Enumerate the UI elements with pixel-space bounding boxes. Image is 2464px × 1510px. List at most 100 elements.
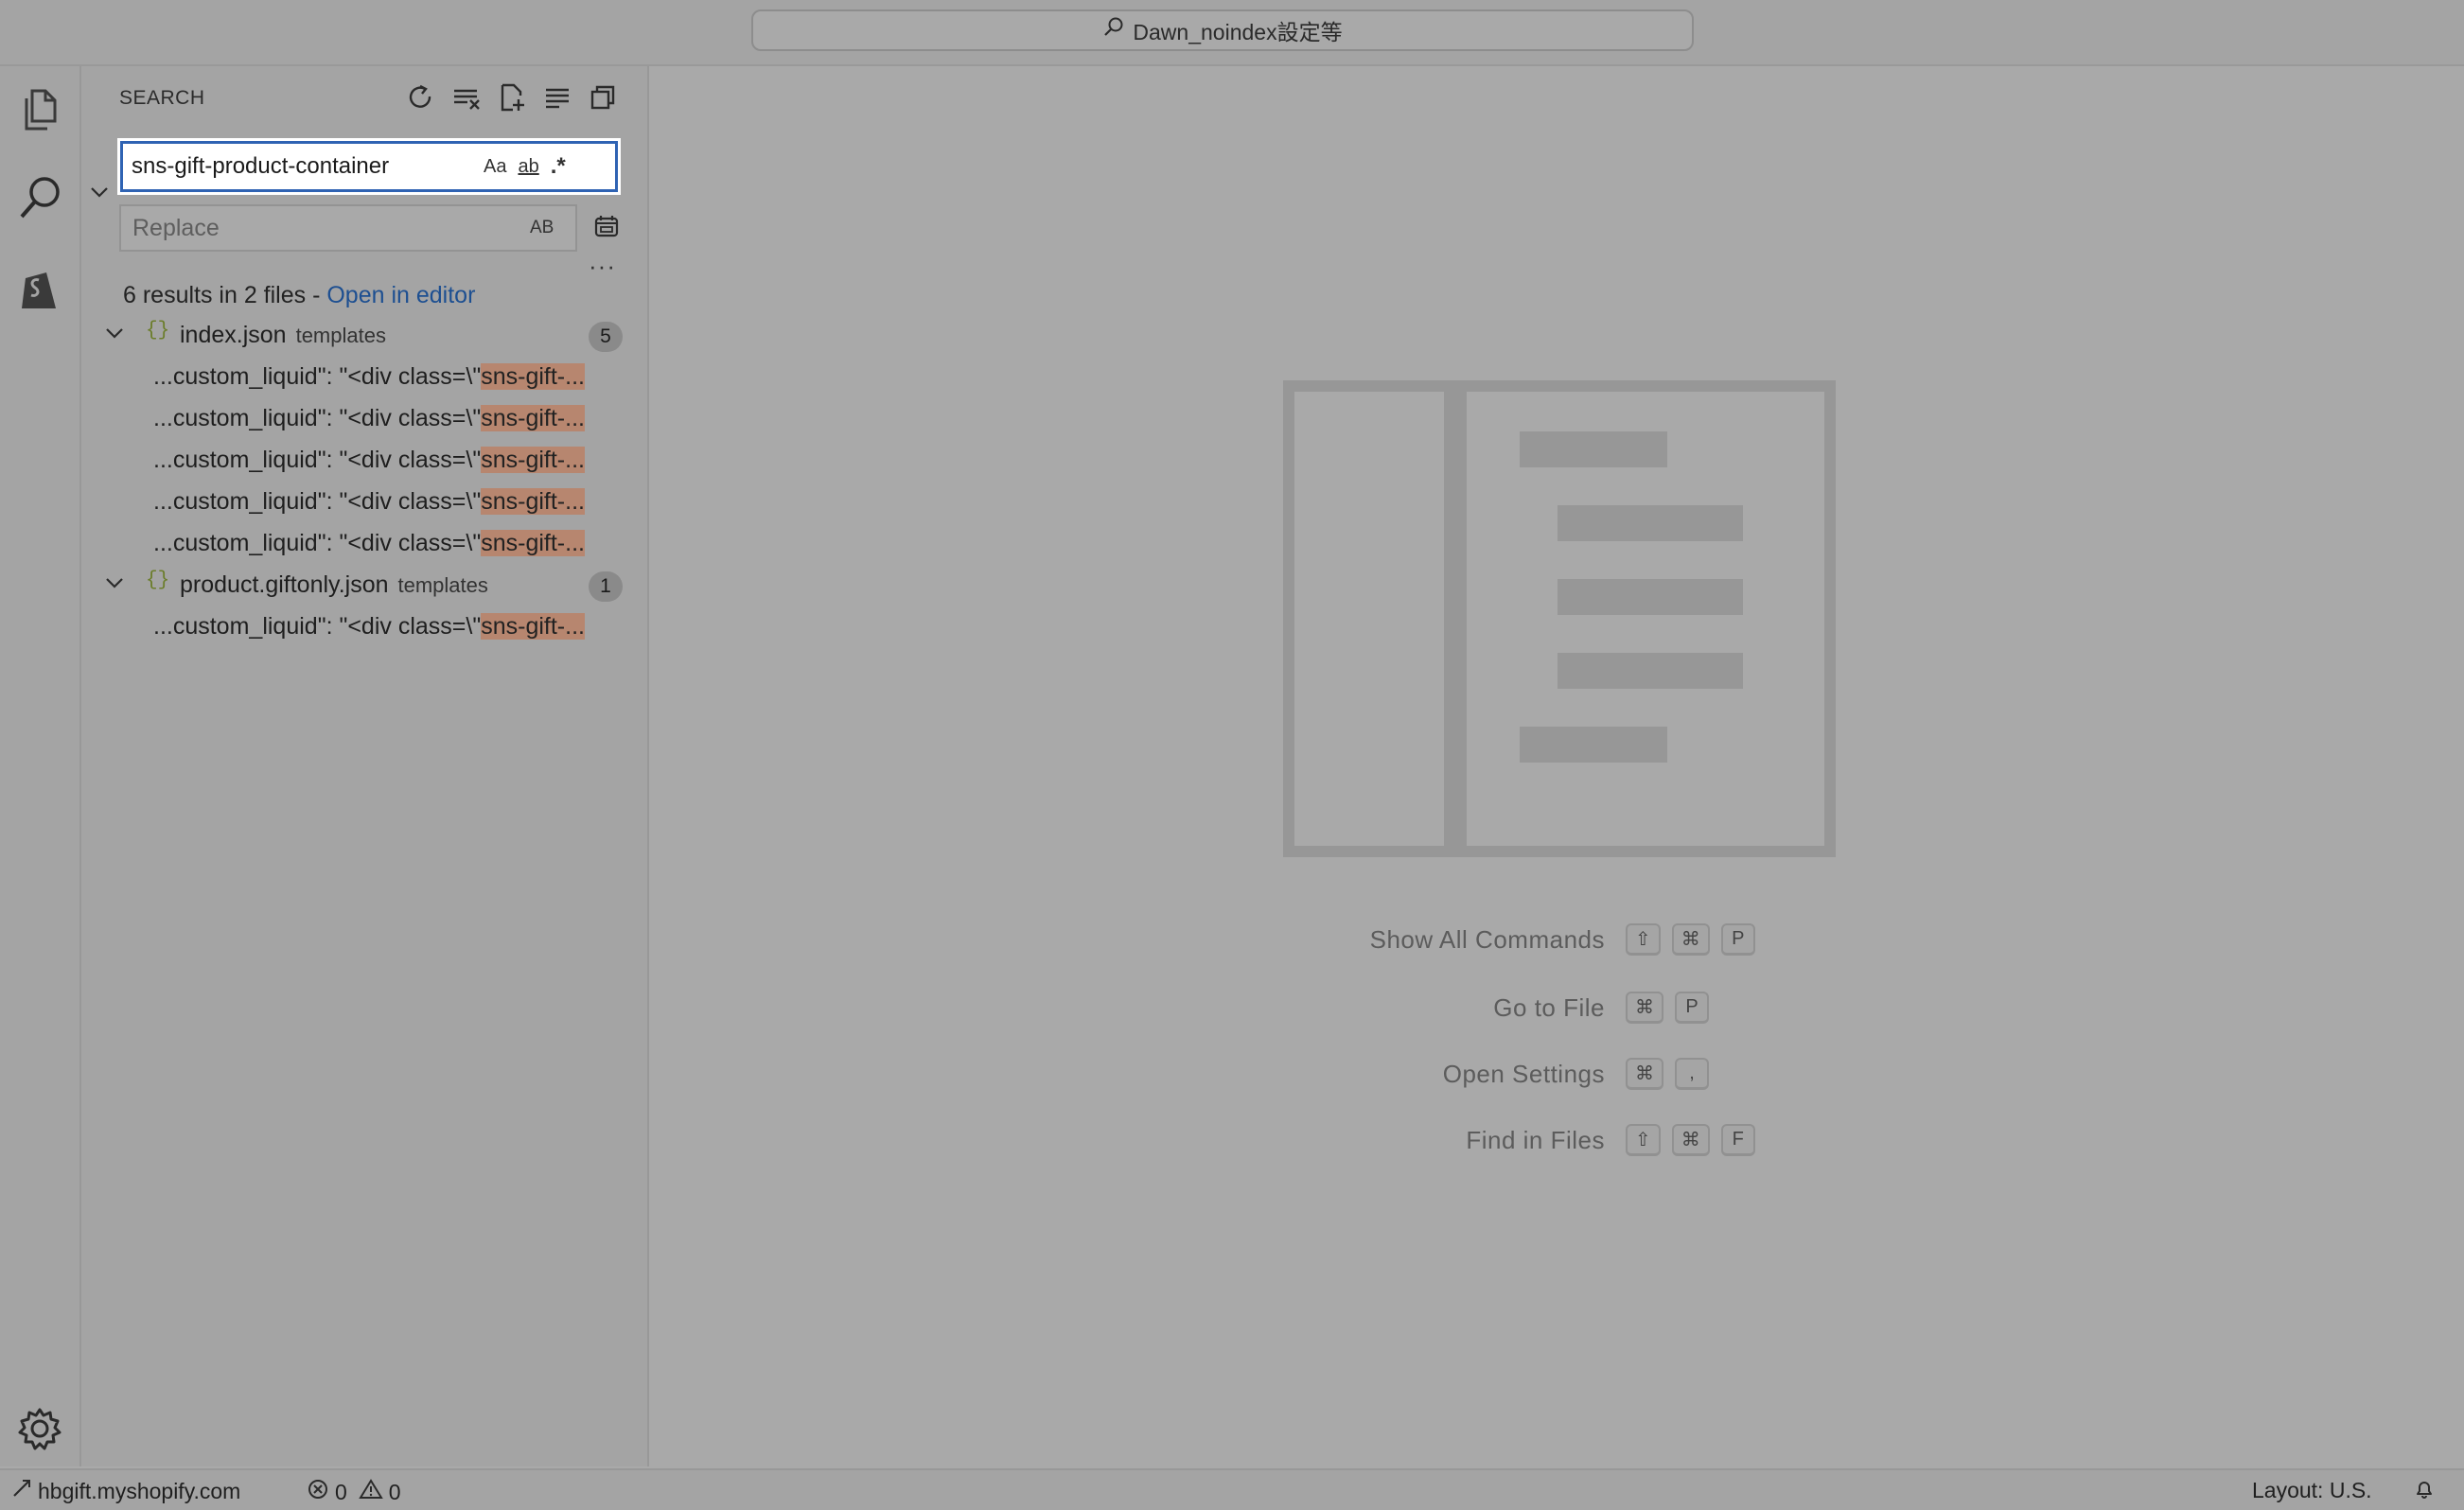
shortcut-label: Go to File xyxy=(1493,993,1605,1022)
match-row[interactable]: ...custom_liquid": "<div class=\"sns-gif… xyxy=(81,481,647,522)
keycap: ⇧ xyxy=(1626,1124,1661,1156)
manage-button[interactable] xyxy=(0,1391,79,1470)
refresh-icon[interactable] xyxy=(405,81,437,114)
search-sidebar: SEARCH Aa ab .* AB · xyxy=(81,66,649,1466)
replace-all-icon xyxy=(593,213,620,244)
search-icon xyxy=(14,173,65,229)
remote-icon xyxy=(11,1478,32,1504)
chevron-down-icon[interactable] xyxy=(104,323,129,347)
editor-watermark-icon xyxy=(1283,380,1836,862)
command-center-label: Dawn_noindex設定等 xyxy=(1133,20,1343,44)
match-case-toggle[interactable]: Aa xyxy=(484,152,506,181)
search-input[interactable] xyxy=(132,153,472,180)
keycap: P xyxy=(1675,992,1709,1024)
status-bar: hbgift.myshopify.com 0 0 Layout: U.S. xyxy=(0,1468,2464,1510)
shortcut-keys: ⇧ ⌘ P xyxy=(1626,923,1755,956)
whole-word-toggle[interactable]: ab xyxy=(518,152,538,181)
notifications-button[interactable] xyxy=(2413,1478,2436,1506)
match-context: ...custom_liquid": "<div class=\" xyxy=(153,530,482,556)
match-row[interactable]: ...custom_liquid": "<div class=\"sns-gif… xyxy=(81,356,647,397)
error-count: 0 xyxy=(335,1479,347,1504)
shortcut-label: Show All Commands xyxy=(1369,925,1605,954)
warning-icon xyxy=(359,1478,383,1506)
match-row[interactable]: ...custom_liquid": "<div class=\"sns-gif… xyxy=(81,439,647,481)
remote-label: hbgift.myshopify.com xyxy=(38,1478,241,1503)
keycap: ⌘ xyxy=(1626,1058,1663,1090)
error-icon xyxy=(307,1478,329,1506)
sidebar-title: SEARCH xyxy=(119,87,205,109)
shopify-icon xyxy=(18,265,62,319)
results-summary-text: 6 results in 2 files - xyxy=(123,282,327,308)
clear-results-icon[interactable] xyxy=(450,81,483,114)
open-in-editor-link[interactable]: Open in editor xyxy=(326,282,475,308)
explorer-icon xyxy=(17,85,62,139)
match-row[interactable]: ...custom_liquid": "<div class=\"sns-gif… xyxy=(81,606,647,647)
json-file-icon: {} xyxy=(146,320,170,342)
toggle-search-details[interactable]: ··· xyxy=(589,252,616,281)
file-result-row[interactable]: {} index.json templates 5 xyxy=(81,314,647,356)
shortcut-label: Find in Files xyxy=(1466,1126,1605,1154)
search-input-box[interactable]: Aa ab .* xyxy=(117,138,621,195)
replace-input[interactable] xyxy=(132,214,530,242)
explorer-button[interactable] xyxy=(0,72,79,151)
toggle-replace-button[interactable] xyxy=(87,182,112,206)
match-context: ...custom_liquid": "<div class=\" xyxy=(153,447,482,473)
match-highlight: sns-gift-... xyxy=(481,405,585,431)
file-name: product.giftonly.json templates xyxy=(180,571,488,598)
keyboard-layout[interactable]: Layout: U.S. xyxy=(2252,1478,2372,1503)
warning-count: 0 xyxy=(388,1479,401,1504)
match-highlight: sns-gift-... xyxy=(481,488,585,515)
file-result-row[interactable]: {} product.giftonly.json templates 1 xyxy=(81,564,647,606)
file-name: index.json templates xyxy=(180,322,386,348)
replace-input-box[interactable]: AB xyxy=(119,204,577,252)
title-bar: Dawn_noindex設定等 xyxy=(0,0,2464,66)
keycap: ⇧ xyxy=(1626,923,1661,956)
keycap: , xyxy=(1675,1058,1709,1090)
shortcut-keys: ⌘ P xyxy=(1626,992,1709,1024)
command-center[interactable]: Dawn_noindex設定等 xyxy=(751,9,1694,51)
match-row[interactable]: ...custom_liquid": "<div class=\"sns-gif… xyxy=(81,522,647,564)
settings-gear-icon xyxy=(15,1404,64,1458)
results-tree: {} index.json templates 5 ...custom_liqui… xyxy=(81,314,647,647)
shortcut-keys: ⇧ ⌘ F xyxy=(1626,1124,1755,1156)
keycap: ⌘ xyxy=(1626,992,1663,1024)
new-search-editor-icon[interactable] xyxy=(496,81,528,114)
preserve-case-toggle[interactable]: AB xyxy=(530,218,554,238)
keycap: ⌘ xyxy=(1671,1124,1710,1156)
editor-area: Show All Commands ⇧ ⌘ P Go to File ⌘ P O… xyxy=(649,66,2464,1466)
results-summary: 6 results in 2 files - Open in editor xyxy=(123,282,475,309)
json-file-icon: {} xyxy=(146,570,170,591)
chevron-down-icon xyxy=(89,182,110,207)
match-highlight: sns-gift-... xyxy=(481,530,585,556)
match-count-badge: 1 xyxy=(589,571,623,602)
view-as-tree-icon[interactable] xyxy=(587,81,619,114)
match-highlight: sns-gift-... xyxy=(481,447,585,473)
keycap: F xyxy=(1720,1124,1755,1156)
keycap: ⌘ xyxy=(1671,923,1710,956)
search-icon xyxy=(1102,16,1125,44)
bell-icon xyxy=(2413,1478,2436,1506)
match-context: ...custom_liquid": "<div class=\" xyxy=(153,613,482,640)
match-highlight: sns-gift-... xyxy=(481,363,585,390)
match-context: ...custom_liquid": "<div class=\" xyxy=(153,488,482,515)
shopify-button[interactable] xyxy=(0,252,79,331)
match-context: ...custom_liquid": "<div class=\" xyxy=(153,405,482,431)
keycap: P xyxy=(1720,923,1755,956)
match-highlight: sns-gift-... xyxy=(481,613,585,640)
remote-indicator[interactable]: hbgift.myshopify.com xyxy=(11,1478,240,1504)
regex-toggle[interactable]: .* xyxy=(551,152,566,181)
replace-all-button[interactable] xyxy=(592,214,621,242)
file-dir: templates xyxy=(295,324,386,347)
match-count-badge: 5 xyxy=(589,322,623,352)
match-row[interactable]: ...custom_liquid": "<div class=\"sns-gif… xyxy=(81,397,647,439)
problems-indicator[interactable]: 0 0 xyxy=(307,1478,401,1506)
activity-bar xyxy=(0,66,81,1466)
search-view-button[interactable] xyxy=(0,161,79,240)
match-context: ...custom_liquid": "<div class=\" xyxy=(153,363,482,390)
file-dir: templates xyxy=(397,573,488,597)
shortcut-label: Open Settings xyxy=(1442,1060,1605,1088)
collapse-all-icon[interactable] xyxy=(541,81,573,114)
shortcut-keys: ⌘ , xyxy=(1626,1058,1709,1090)
chevron-down-icon[interactable] xyxy=(104,572,129,597)
sidebar-actions xyxy=(405,81,619,114)
